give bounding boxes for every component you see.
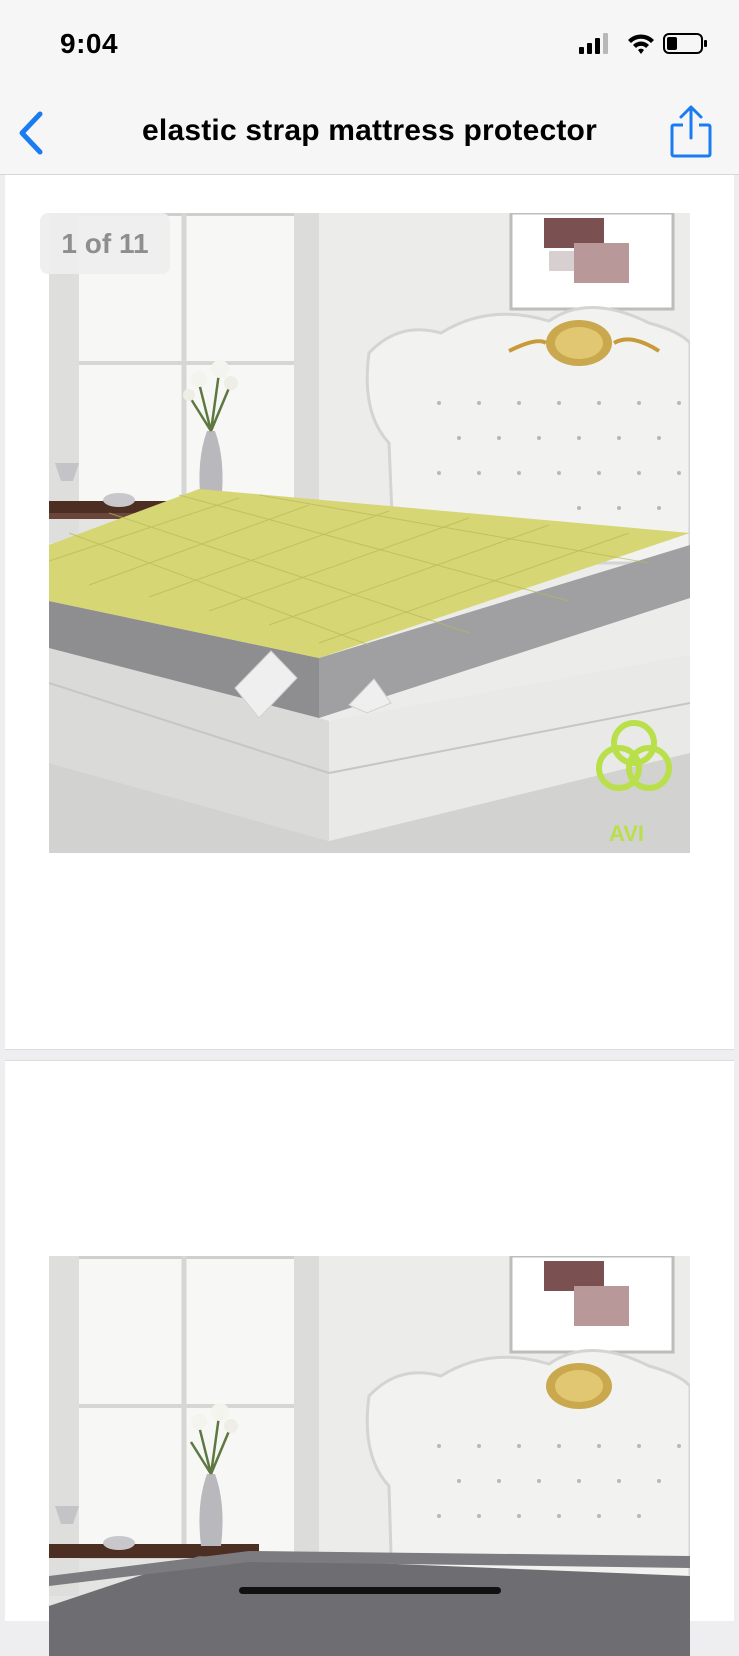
battery-icon xyxy=(663,33,707,54)
image-counter: 1 of 11 xyxy=(40,213,170,274)
status-icons xyxy=(579,30,709,58)
share-button[interactable] xyxy=(669,104,713,160)
status-time: 9:04 xyxy=(60,28,119,59)
product-image[interactable] xyxy=(49,1256,690,1656)
product-image[interactable]: AVI xyxy=(49,213,690,853)
gallery-card: AVI 1 of 11 xyxy=(5,175,734,1050)
home-indicator[interactable] xyxy=(239,1587,501,1594)
cellular-signal-icon xyxy=(579,33,608,54)
brand-text: AVI xyxy=(609,821,644,846)
navigation-bar: elastic strap mattress protector xyxy=(0,92,739,175)
status-bar: 9:04 xyxy=(0,0,739,92)
share-icon xyxy=(670,105,712,158)
page-title: elastic strap mattress protector xyxy=(142,114,597,147)
gallery-card xyxy=(5,1060,734,1656)
wifi-icon xyxy=(628,34,654,54)
